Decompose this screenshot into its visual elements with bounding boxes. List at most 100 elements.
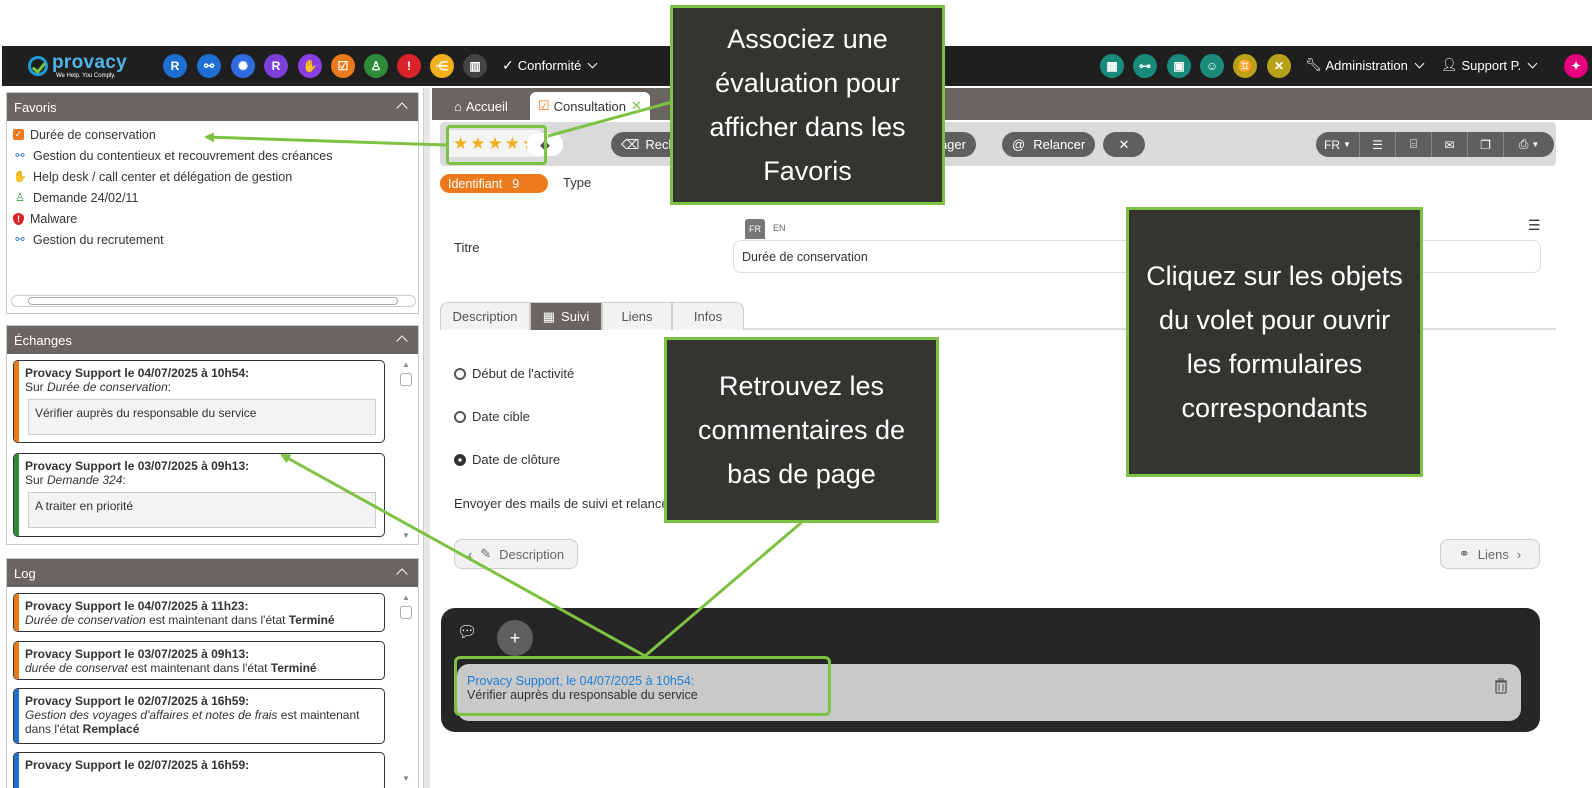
prev-label: Description [499,546,565,562]
provacy-logo[interactable]: provacy We Help. You Comply. [24,52,127,82]
scroll-up-icon[interactable]: ▲ [400,360,412,369]
log-entry-title: Provacy Support le 02/07/2025 à 16h59: [25,694,250,708]
favoris-item[interactable]: ! Malware [7,208,418,229]
favoris-item-label: Demande 24/02/11 [33,190,139,205]
user-menu[interactable]: 👤︎ Support P. [1441,57,1538,73]
books-icon[interactable]: ▥ [463,54,487,78]
favoris-item[interactable]: ✋ Help desk / call center et délégation … [7,166,418,187]
app-switch-icon[interactable]: ✦ [1564,54,1588,78]
wrench-icon: 🔧︎ [1305,57,1322,72]
plus-icon: + [509,627,521,648]
target-icon [454,411,466,423]
next-label: Liens [1477,546,1509,562]
log-object[interactable]: Gestion des voyages d'affaires et notes … [25,708,277,722]
chevron-up-icon[interactable] [396,102,408,114]
tab-liens[interactable]: Liens [602,302,672,330]
previous-description-button[interactable]: ‹ ✎ Description [454,539,578,569]
lang-tab-en[interactable]: EN [773,223,786,233]
log-header[interactable]: Log [7,559,418,587]
relancer-label: Relancer [1033,137,1086,152]
virus-icon[interactable]: ✺ [231,54,255,78]
lang-tab-fr[interactable]: FR [745,219,765,239]
echanges-header[interactable]: Échanges [7,326,418,354]
echange-object[interactable]: Durée de conservation [47,380,168,394]
close-form-button[interactable]: ✕ [1103,132,1145,157]
scroll-down-icon[interactable]: ▼ [400,531,412,540]
log-mid: est maintenant dans l'état [127,661,271,675]
close-tab-icon[interactable]: ✕ [631,98,642,114]
module-r-icon[interactable]: R [163,54,187,78]
copy-button[interactable]: ❐ [1468,132,1504,157]
favoris-item[interactable]: ⚯ Gestion du recrutement [7,229,418,250]
echange-card[interactable]: Provacy Support le 04/07/2025 à 10h54: S… [13,360,385,443]
checkbox-icon: ☑ [538,98,550,113]
next-liens-button[interactable]: ⚭ Liens › [1440,539,1540,569]
add-comment-button[interactable]: + [497,620,533,656]
tab-consultation[interactable]: ☑ Consultation ✕ [530,92,650,120]
logo-check-icon [28,56,48,76]
log-entry[interactable]: Provacy Support le 04/07/2025 à 11h23: D… [13,593,385,632]
scrollbar-thumb[interactable] [400,373,412,386]
scrollbar-thumb[interactable] [400,606,412,619]
org-chart-icon[interactable]: ⊶ [1133,54,1157,78]
building-icon[interactable]: ▦ [1100,54,1124,78]
echange-object[interactable]: Demande 324 [47,473,122,487]
list-options-icon[interactable]: ☰ [1528,217,1541,234]
relancer-button[interactable]: @ Relancer [1002,132,1096,157]
log-entry[interactable]: Provacy Support le 02/07/2025 à 16h59: G… [13,688,385,744]
echanges-vertical-scrollbar[interactable]: ▲ ▼ [400,360,412,540]
email-button[interactable]: ✉ [1432,132,1468,157]
scroll-up-icon[interactable]: ▲ [400,593,412,602]
language-dropdown[interactable]: FR ▼ [1316,132,1360,157]
translate-icon: ⌸ [1409,137,1418,151]
scroll-down-icon[interactable]: ▼ [400,774,412,783]
shield-alert-icon[interactable]: ! [397,54,421,78]
chevron-down-icon [1527,58,1538,68]
share-icon[interactable]: ⋲ [430,54,454,78]
administration-menu[interactable]: 🔧︎ Administration [1305,57,1425,73]
conformite-menu[interactable]: ✓ Conformité [502,57,598,74]
log-object[interactable]: Durée de conservation [25,613,146,627]
network-icon[interactable]: ⚯ [197,54,221,78]
tools-icon[interactable]: ✕ [1267,54,1291,78]
favoris-header[interactable]: Favoris [7,93,418,121]
chevron-left-icon: ‹ [467,546,473,562]
log-vertical-scrollbar[interactable]: ▲ ▼ [400,593,412,783]
favoris-item[interactable]: ⚯ Gestion du contentieux et recouvrement… [7,145,418,166]
titre-label: Titre [454,240,480,255]
group-icon[interactable]: ☺ [1200,54,1224,78]
chevron-up-icon[interactable] [396,568,408,580]
trash-icon[interactable] [1495,678,1507,694]
user-shield-icon[interactable]: ♙ [364,54,388,78]
log-entry[interactable]: Provacy Support le 02/07/2025 à 16h59: [13,752,385,788]
log-object[interactable]: durée de conservat [25,661,128,675]
scrollbar-thumb[interactable] [28,297,398,305]
module-r-icon[interactable]: R [264,54,288,78]
tab-suivi[interactable]: ▦ Suivi [530,302,602,330]
print-dropdown[interactable]: ⎙ ▼ [1504,132,1554,157]
favoris-title: Favoris [14,99,57,115]
people-icon[interactable]: ♊ [1233,54,1257,78]
echange-suffix: : [122,473,126,487]
handshake-icon[interactable]: ✋ [298,54,322,78]
favoris-horizontal-scrollbar[interactable] [11,295,416,307]
target-check-icon [454,454,466,466]
favoris-item[interactable]: ♙ Demande 24/02/11 [7,187,418,208]
check-circle-icon: ✓ [502,57,514,73]
checkbox-icon[interactable]: ☑ [331,54,355,78]
tab-accueil[interactable]: ⌂ Accueil [446,92,516,120]
log-entry[interactable]: Provacy Support le 03/07/2025 à 09h13: d… [13,641,385,680]
chevron-up-icon[interactable] [396,335,408,347]
tab-description[interactable]: Description [440,302,530,330]
office-icon[interactable]: ▣ [1167,54,1191,78]
favoris-item-label: Gestion du recrutement [33,232,164,247]
rating-highlight [446,125,547,165]
favoris-item[interactable]: ✓ Durée de conservation [7,124,418,145]
panel-splitter[interactable] [423,88,430,788]
list-view-button[interactable]: ☰ [1360,132,1396,157]
translate-button[interactable]: ⌸ [1396,132,1432,157]
logo-text: provacy [52,52,127,73]
echange-suffix: : [167,380,172,394]
echange-card[interactable]: Provacy Support le 03/07/2025 à 09h13: S… [13,453,385,537]
tab-infos[interactable]: Infos [672,302,744,330]
